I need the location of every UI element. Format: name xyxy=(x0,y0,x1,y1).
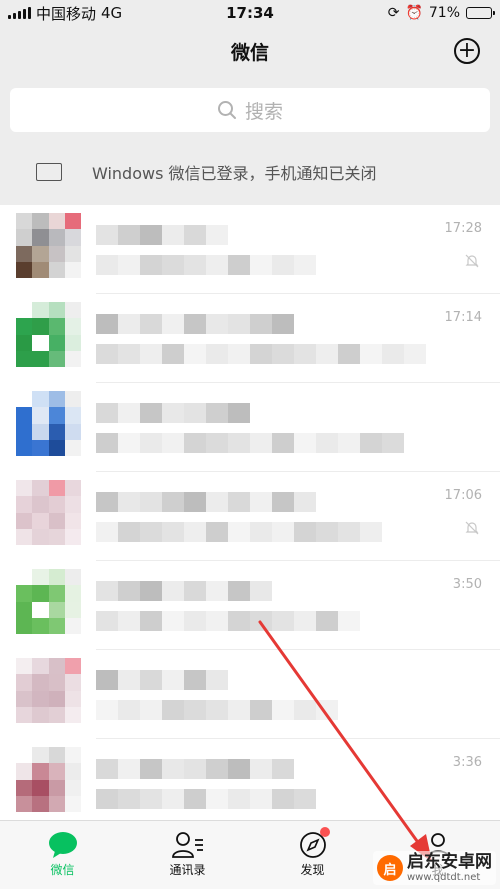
contacts-icon xyxy=(171,829,205,861)
muted-bell-icon xyxy=(464,253,480,273)
search-placeholder: 搜索 xyxy=(244,100,283,123)
chat-row[interactable]: 17:28 xyxy=(0,205,500,294)
search-input[interactable]: 搜索 xyxy=(10,88,490,132)
chat-list: 17:28 17:14 17:06 3:50 3:36 xyxy=(0,205,500,820)
avatar xyxy=(16,391,81,456)
alarm-icon: ⏰ xyxy=(405,5,423,21)
avatar xyxy=(16,302,81,367)
tab-contacts[interactable]: 通讯录 xyxy=(125,821,250,889)
status-bar: 中国移动 4G 17:34 ⟳ ⏰ 71% xyxy=(0,0,500,26)
tab-chats[interactable]: 微信 xyxy=(0,821,125,889)
chat-name-blurred xyxy=(96,225,228,245)
watermark-logo: 启 xyxy=(377,855,403,882)
rotation-lock-icon: ⟳ xyxy=(387,5,400,21)
chat-time: 3:50 xyxy=(452,577,482,592)
watermark-url: www.qdtdt.net xyxy=(407,872,481,883)
tab-contacts-label: 通讯录 xyxy=(169,863,206,877)
watermark: 启 启东安卓网 www.qdtdt.net xyxy=(373,851,496,885)
chat-preview-blurred xyxy=(96,700,338,720)
status-left: 中国移动 4G xyxy=(8,3,122,24)
search-icon xyxy=(217,101,236,119)
avatar xyxy=(16,569,81,634)
chat-bubble-icon xyxy=(47,829,79,861)
chat-name-blurred xyxy=(96,492,316,512)
chat-preview-blurred xyxy=(96,611,360,631)
plus-circle-icon[interactable]: + xyxy=(454,38,480,64)
muted-bell-icon xyxy=(464,520,480,540)
windows-login-notice[interactable]: Windows 微信已登录，手机通知已关闭 xyxy=(0,144,500,200)
watermark-name: 启东安卓网 xyxy=(407,852,492,873)
monitor-icon xyxy=(36,163,62,181)
chat-preview-blurred xyxy=(96,255,316,275)
nav-bar: 微信 + xyxy=(0,26,500,76)
chat-name-blurred xyxy=(96,581,272,601)
chat-time: 17:28 xyxy=(444,221,482,236)
chat-time: 17:06 xyxy=(444,488,482,503)
page-title: 微信 xyxy=(230,41,269,64)
tab-discover[interactable]: 发现 xyxy=(250,821,375,889)
chat-row[interactable]: 17:06 xyxy=(0,472,500,561)
battery-icon xyxy=(466,7,495,19)
chat-name-blurred xyxy=(96,670,228,690)
chat-row[interactable] xyxy=(0,650,500,739)
chat-preview-blurred xyxy=(96,789,316,809)
chat-time: 3:36 xyxy=(452,755,482,770)
chat-name-blurred xyxy=(96,403,250,423)
tab-discover-label: 发现 xyxy=(300,863,325,877)
avatar xyxy=(16,213,81,278)
signal-icon xyxy=(8,7,31,19)
chat-name-blurred xyxy=(96,759,294,779)
chat-row[interactable] xyxy=(0,383,500,472)
tab-chats-label: 微信 xyxy=(50,863,75,877)
carrier-label: 中国移动 xyxy=(36,4,97,23)
notice-text: Windows 微信已登录，手机通知已关闭 xyxy=(92,164,377,183)
chat-row[interactable]: 3:36 xyxy=(0,739,500,820)
chat-name-blurred xyxy=(96,314,294,334)
avatar xyxy=(16,747,81,812)
chat-preview-blurred xyxy=(96,344,426,364)
status-right: ⟳ ⏰ 71% xyxy=(387,5,495,21)
network-label: 4G xyxy=(101,4,123,22)
chat-row[interactable]: 17:14 xyxy=(0,294,500,383)
battery-percent: 71% xyxy=(428,5,460,21)
chat-time: 17:14 xyxy=(444,310,482,325)
chat-row[interactable]: 3:50 xyxy=(0,561,500,650)
discover-badge xyxy=(320,827,330,837)
avatar xyxy=(16,480,81,545)
chat-preview-blurred xyxy=(96,433,404,453)
chat-preview-blurred xyxy=(96,522,382,542)
avatar xyxy=(16,658,81,723)
